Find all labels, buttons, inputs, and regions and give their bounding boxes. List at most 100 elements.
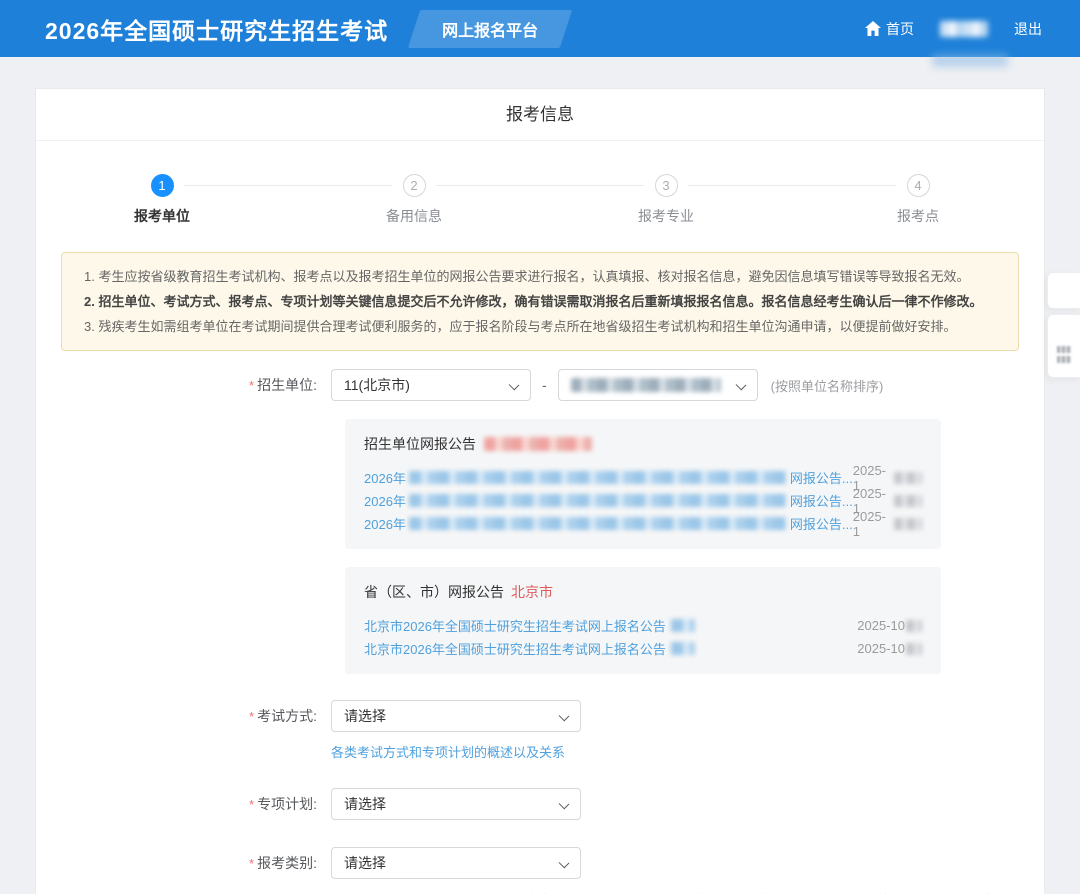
list-item: 北京市2026年全国硕士研究生招生考试网上报名公告 2025-10 — [364, 637, 922, 660]
redacted-text — [1057, 356, 1071, 363]
province-notice-link[interactable]: 北京市2026年全国硕士研究生招生考试网上报名公告 — [364, 639, 695, 658]
notice-line-2: 2. 招生单位、考试方式、报考点、专项计划等关键信息提交后不允许修改，确有错误需… — [84, 289, 996, 314]
notice-date: 2025-10 — [857, 641, 922, 656]
unit-sort-hint: (按照单位名称排序) — [771, 376, 884, 395]
unit-label: *招生单位: — [36, 375, 331, 395]
special-plan-value: 请选择 — [344, 794, 386, 814]
category-hint-row: 硕士生录取类别分为非定向就业和定向就业两种。参加单独考试的考生，只能被录取为回原… — [36, 879, 1044, 894]
notice-line-1: 1. 考生应按省级教育招生考试机构、报考点以及报考招生单位的网报公告要求进行报名… — [84, 264, 996, 289]
exam-mode-help-row: 各类考试方式和专项计划的概述以及关系 — [36, 742, 1044, 761]
redacted-text — [906, 620, 922, 632]
unit-notices-list: 2026年 网报公告... 2025-1 2026年 网报公告... — [364, 466, 922, 535]
category-label: *报考类别: — [36, 853, 331, 873]
step-indicator: 1 报考单位 2 备用信息 3 报考专业 4 报考点 — [36, 141, 1044, 226]
province-notices-title: 省（区、市）网报公告 北京市 — [364, 582, 922, 602]
home-icon — [865, 21, 881, 36]
province-notices-list: 北京市2026年全国硕士研究生招生考试网上报名公告 2025-10 北京市202… — [364, 614, 922, 660]
redacted-text — [1057, 346, 1071, 353]
redacted-text — [671, 619, 695, 632]
floating-widget[interactable] — [1047, 314, 1080, 378]
unit-name-select[interactable] — [558, 369, 758, 401]
redacted-text — [671, 642, 695, 655]
step-beiyongxinxi: 2 备用信息 — [288, 174, 540, 226]
notice-line-3: 3. 残疾考生如需组考单位在考试期间提供合理考试便利服务的，应于报名阶段与考点所… — [84, 314, 996, 339]
blurred-artifact — [932, 54, 1008, 67]
chevron-down-icon — [559, 711, 570, 722]
special-plan-label: *专项计划: — [36, 794, 331, 814]
unit-province-value: 11(北京市) — [344, 375, 410, 395]
step-circle-2: 2 — [403, 174, 426, 197]
unit-row: *招生单位: 11(北京市) - (按照单位名称排序) — [36, 369, 1044, 401]
page-title: 报考信息 — [36, 89, 1044, 141]
category-hint: 硕士生录取类别分为非定向就业和定向就业两种。参加单独考试的考生，只能被录取为回原… — [331, 890, 1007, 894]
list-item: 2026年 网报公告... 2025-1 — [364, 512, 922, 535]
notice-date: 2025-1 — [853, 509, 922, 539]
province-notice-link[interactable]: 北京市2026年全国硕士研究生招生考试网上报名公告 — [364, 616, 695, 635]
unit-notice-link[interactable]: 2026年 网报公告... — [364, 514, 853, 533]
province-notices-box: 省（区、市）网报公告 北京市 北京市2026年全国硕士研究生招生考试网上报名公告… — [345, 567, 941, 674]
list-item: 北京市2026年全国硕士研究生招生考试网上报名公告 2025-10 — [364, 614, 922, 637]
special-plan-select[interactable]: 请选择 — [331, 788, 581, 820]
required-asterisk: * — [249, 856, 254, 871]
redacted-text — [409, 471, 787, 484]
exam-mode-value: 请选择 — [344, 706, 386, 726]
required-asterisk: * — [249, 378, 254, 393]
step-label-2: 备用信息 — [386, 206, 442, 226]
exam-mode-help-link[interactable]: 各类考试方式和专项计划的概述以及关系 — [331, 742, 565, 761]
header-nav: 首页 退出 — [865, 19, 1042, 39]
unit-notice-link[interactable]: 2026年 网报公告... — [364, 491, 853, 510]
province-name: 北京市 — [511, 582, 553, 602]
home-link[interactable]: 首页 — [865, 19, 914, 39]
exam-mode-row: *考试方式: 请选择 — [36, 700, 1044, 732]
step-circle-3: 3 — [655, 174, 678, 197]
category-select[interactable]: 请选择 — [331, 847, 581, 879]
special-plan-row: *专项计划: 请选择 — [36, 788, 1044, 820]
redacted-text — [409, 517, 787, 530]
redacted-text — [906, 643, 922, 655]
home-link-label: 首页 — [886, 19, 914, 39]
notice-date: 2025-10 — [857, 618, 922, 633]
exam-mode-label: *考试方式: — [36, 706, 331, 726]
step-baokaodian: 4 报考点 — [792, 174, 1044, 226]
username-redacted[interactable] — [940, 21, 988, 37]
step-label-3: 报考专业 — [638, 206, 694, 226]
step-label-4: 报考点 — [897, 206, 939, 226]
step-baokaozhuanye: 3 报考专业 — [540, 174, 792, 226]
main-card: 报考信息 1 报考单位 2 备用信息 3 报考专业 4 报考点 1. 考生应按省… — [35, 88, 1045, 894]
required-asterisk: * — [249, 797, 254, 812]
redacted-text — [409, 494, 787, 507]
exam-mode-select[interactable]: 请选择 — [331, 700, 581, 732]
unit-notices-box: 招生单位网报公告 2026年 网报公告... 2025-1 — [345, 419, 941, 549]
step-label-1: 报考单位 — [134, 206, 190, 226]
list-item: 2026年 网报公告... 2025-1 — [364, 466, 922, 489]
unit-notice-link[interactable]: 2026年 网报公告... — [364, 468, 853, 487]
chevron-down-icon — [559, 799, 570, 810]
step-baokaodanwei: 1 报考单位 — [36, 174, 288, 226]
unit-province-select[interactable]: 11(北京市) — [331, 369, 531, 401]
redacted-text — [894, 518, 922, 530]
unit-name-redacted — [571, 378, 721, 392]
step-circle-1: 1 — [151, 174, 174, 197]
redacted-text — [894, 472, 922, 484]
logout-link[interactable]: 退出 — [1014, 19, 1042, 39]
list-item: 2026年 网报公告... 2025-1 — [364, 489, 922, 512]
unit-notices-title: 招生单位网报公告 — [364, 434, 922, 454]
redacted-text — [894, 495, 922, 507]
category-value: 请选择 — [344, 853, 386, 873]
floating-widget[interactable] — [1047, 272, 1080, 309]
logout-link-label: 退出 — [1014, 19, 1042, 39]
platform-badge: 网上报名平台 — [414, 10, 566, 48]
unit-name-redacted — [484, 437, 592, 451]
app-header: 2026年全国硕士研究生招生考试 网上报名平台 首页 退出 — [0, 0, 1080, 57]
chevron-down-icon — [735, 380, 746, 391]
platform-badge-label: 网上报名平台 — [442, 23, 538, 40]
select-separator: - — [542, 377, 547, 393]
category-row: *报考类别: 请选择 — [36, 847, 1044, 879]
required-asterisk: * — [249, 709, 254, 724]
notice-box: 1. 考生应按省级教育招生考试机构、报考点以及报考招生单位的网报公告要求进行报名… — [61, 252, 1019, 351]
chevron-down-icon — [559, 858, 570, 869]
registration-form: *招生单位: 11(北京市) - (按照单位名称排序) 招生单位网报公告 20 — [36, 369, 1044, 894]
app-title: 2026年全国硕士研究生招生考试 — [45, 12, 388, 46]
chevron-down-icon — [509, 380, 520, 391]
step-circle-4: 4 — [907, 174, 930, 197]
